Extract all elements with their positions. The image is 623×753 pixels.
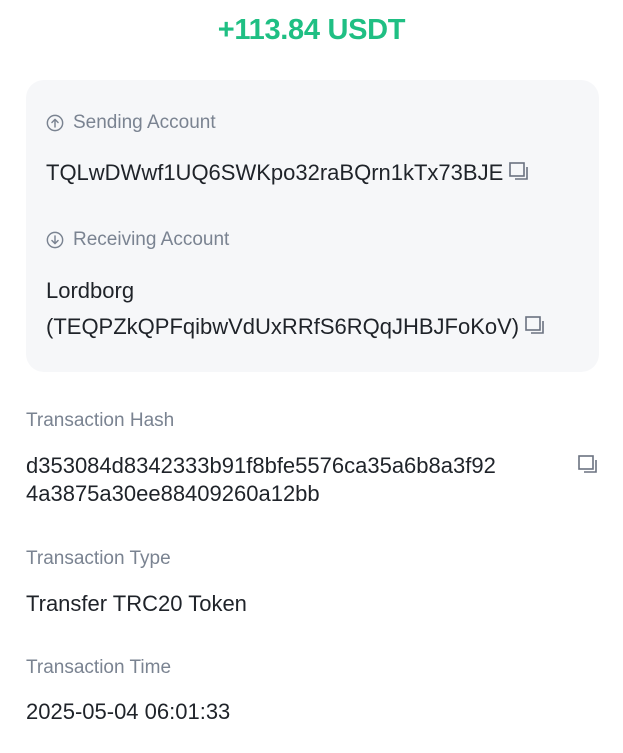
copy-icon[interactable] (525, 316, 547, 336)
account-card: Sending Account TQLwDWwf1UQ6SWKpo32raBQr… (26, 80, 599, 372)
receiving-account-address-row: (TEQPZkQPFqibwVdUxRRfS6RQqJHBJFoKoV) (46, 309, 547, 345)
arrow-up-circle-icon (46, 114, 64, 132)
copy-icon[interactable] (578, 455, 600, 475)
receiving-account-value: Lordborg (TEQPZkQPFqibwVdUxRRfS6RQqJHBJF… (46, 273, 547, 345)
sending-account-heading: Sending Account (46, 111, 216, 135)
receiving-account-address[interactable]: (TEQPZkQPFqibwVdUxRRfS6RQqJHBJFoKoV) (46, 314, 519, 339)
transaction-hash-line-1: d353084d8342333b91f8bfe5576ca35a6b8a3f92 (26, 453, 496, 478)
transaction-hash-line-2: 4a3875a30ee88409260a12bb (26, 481, 320, 506)
transaction-hash-label: Transaction Hash (26, 410, 175, 431)
copy-icon[interactable] (509, 162, 531, 182)
sending-account-address[interactable]: TQLwDWwf1UQ6SWKpo32raBQrn1kTx73BJE (46, 160, 503, 185)
transaction-type-label: Transaction Type (26, 548, 171, 569)
receiving-account-name[interactable]: Lordborg (46, 273, 547, 309)
transaction-time-value: 2025-05-04 06:01:33 (26, 699, 231, 724)
transaction-hash-value[interactable]: d353084d8342333b91f8bfe5576ca35a6b8a3f92… (26, 452, 566, 508)
arrow-down-circle-icon (46, 231, 64, 249)
sending-account-label: Sending Account (73, 112, 216, 133)
transaction-type-value: Transfer TRC20 Token (26, 591, 247, 616)
receiving-account-heading: Receiving Account (46, 228, 229, 252)
receiving-account-label: Receiving Account (73, 229, 230, 250)
transaction-amount: +113.84 USDT (217, 14, 406, 46)
transaction-time-label: Transaction Time (26, 657, 172, 678)
sending-account-address-row: TQLwDWwf1UQ6SWKpo32raBQrn1kTx73BJE (46, 155, 531, 191)
